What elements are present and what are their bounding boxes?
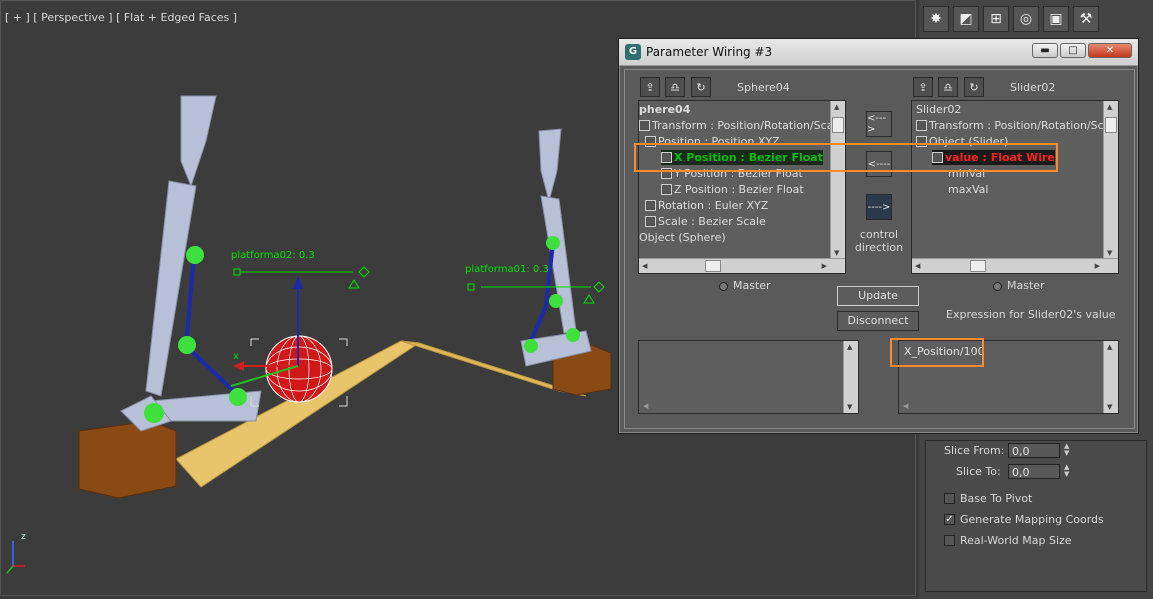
- utilities-icon[interactable]: ⚒: [1073, 6, 1099, 32]
- rotation-icon: [645, 200, 656, 211]
- display-icon[interactable]: ▣: [1043, 6, 1069, 32]
- control-direction-label: control direction: [854, 228, 904, 254]
- right-master-radio[interactable]: [993, 282, 1002, 291]
- figure-left-upper: [180, 95, 217, 188]
- control-right-button[interactable]: ---->: [866, 194, 892, 220]
- tree-item-label: Object (Sphere): [639, 231, 726, 244]
- slice-from-input[interactable]: 0,0: [1008, 443, 1060, 458]
- maximize-button[interactable]: □: [1060, 43, 1086, 58]
- left-expression-textarea[interactable]: ▲ ▼ ◀: [638, 340, 859, 414]
- motion-icon[interactable]: ◎: [1013, 6, 1039, 32]
- create-icon[interactable]: ✸: [923, 6, 949, 32]
- track-icon: [639, 120, 650, 131]
- tree-item[interactable]: Object (Sphere): [639, 230, 726, 245]
- slice-from-label: Slice From:: [944, 444, 1005, 457]
- left-track-tree[interactable]: phere04 Transform : Position/Rotation/Sc…: [638, 100, 846, 274]
- figure-left-lower: [145, 180, 197, 397]
- generate-mapping-checkbox[interactable]: ✓: [944, 514, 955, 525]
- slice-to-label: Slice To:: [956, 465, 1001, 478]
- tree-item-label: Rotation : Euler XYZ: [658, 199, 769, 212]
- app-icon: G: [625, 44, 641, 60]
- real-world-checkbox[interactable]: [944, 535, 955, 546]
- tree-item[interactable]: Scale : Bezier Scale: [645, 214, 766, 229]
- slider-label-platforma01[interactable]: platforma01: 0.3: [465, 264, 549, 275]
- tree-item[interactable]: Slider02: [916, 102, 961, 117]
- right-tree-hscroll[interactable]: ◀ ▶: [912, 258, 1118, 273]
- slice-to-spinner[interactable]: ▲ ▼: [1064, 464, 1072, 479]
- right-expression-vscroll[interactable]: ▲ ▼: [1103, 341, 1118, 413]
- left-tree-vscroll[interactable]: ▲ ▼: [830, 101, 845, 259]
- figure-right-upper: [538, 128, 562, 203]
- tree-item-label: Z Position : Bezier Float: [674, 183, 804, 196]
- wiring-panel: ⇪ ♎ ↻ Sphere04 ⇪ ♎ ↻ Slider02 phere04 Tr…: [624, 69, 1135, 429]
- hierarchy-icon[interactable]: ⊞: [983, 6, 1009, 32]
- right-track-tree[interactable]: Slider02 Transform : Position/Rotation/S…: [911, 100, 1119, 274]
- right-refresh-icon[interactable]: ↻: [964, 77, 984, 97]
- left-expression-vscroll[interactable]: ▲ ▼: [843, 341, 858, 413]
- tree-item[interactable]: maxVal: [948, 182, 988, 197]
- scale-icon: [645, 216, 656, 227]
- generate-mapping-label: Generate Mapping Coords: [960, 513, 1104, 526]
- right-object-name: Slider02: [1010, 81, 1056, 94]
- dialog-titlebar[interactable]: G Parameter Wiring #3 ▬ □ ✕: [619, 39, 1138, 66]
- left-pick-icon[interactable]: ⇪: [640, 77, 660, 97]
- base-to-pivot-checkbox[interactable]: [944, 493, 955, 504]
- real-world-label: Real-World Map Size: [960, 534, 1072, 547]
- left-refresh-icon[interactable]: ↻: [691, 77, 711, 97]
- update-button[interactable]: Update: [837, 286, 919, 306]
- tree-item-label: Transform : Position/Rotation/Scale: [929, 119, 1119, 132]
- box-left: [78, 420, 177, 499]
- tree-item[interactable]: Z Position : Bezier Float: [661, 182, 804, 197]
- two-way-button[interactable]: <--->: [866, 111, 892, 137]
- curve-icon: [661, 184, 672, 195]
- tree-item-label: Scale : Bezier Scale: [658, 215, 766, 228]
- minimize-button[interactable]: ▬: [1032, 43, 1058, 58]
- track-icon: [916, 120, 927, 131]
- tree-item[interactable]: Transform : Position/Rotation/Scale: [639, 118, 843, 133]
- tree-item[interactable]: Transform : Position/Rotation/Scale: [916, 118, 1119, 133]
- left-master-radio[interactable]: [719, 282, 728, 291]
- slider-label-platforma02[interactable]: platforma02: 0.3: [231, 250, 315, 261]
- parameters-rollout: Slice From: 0,0 ▲ ▼ Slice To: 0,0 ▲ ▼ Base…: [925, 440, 1147, 592]
- base-to-pivot-label: Base To Pivot: [960, 492, 1033, 505]
- disconnect-button[interactable]: Disconnect: [837, 311, 919, 331]
- tree-item[interactable]: Rotation : Euler XYZ: [645, 198, 768, 213]
- modify-icon[interactable]: ◩: [953, 6, 979, 32]
- tree-item-label: Transform : Position/Rotation/Scale: [652, 119, 844, 132]
- tree-item[interactable]: phere04: [639, 102, 690, 117]
- left-object-name: Sphere04: [737, 81, 790, 94]
- left-tree-hscroll[interactable]: ◀ ▶: [639, 258, 845, 273]
- axis-tripod-z: z: [21, 532, 26, 542]
- right-find-icon[interactable]: ♎: [938, 77, 958, 97]
- left-find-icon[interactable]: ♎: [665, 77, 685, 97]
- gizmo-axis-x: x: [233, 351, 239, 362]
- parameter-wiring-dialog: G Parameter Wiring #3 ▬ □ ✕ ⇪ ♎ ↻ Sphere…: [618, 38, 1139, 434]
- dialog-title: Parameter Wiring #3: [646, 45, 773, 59]
- slice-from-spinner[interactable]: ▲ ▼: [1064, 443, 1072, 458]
- left-master-label: Master: [733, 279, 771, 292]
- expression-label: Expression for Slider02's value: [946, 308, 1116, 321]
- right-master-label: Master: [1007, 279, 1045, 292]
- highlight-box-expression: [890, 338, 984, 367]
- close-button[interactable]: ✕: [1088, 43, 1132, 58]
- slice-to-input[interactable]: 0,0: [1008, 464, 1060, 479]
- highlight-box-wired-params: [634, 143, 1058, 172]
- command-panel-tabs: ✸ ◩ ⊞ ◎ ▣ ⚒: [923, 6, 1099, 32]
- right-tree-vscroll[interactable]: ▲ ▼: [1103, 101, 1118, 259]
- right-pick-icon[interactable]: ⇪: [913, 77, 933, 97]
